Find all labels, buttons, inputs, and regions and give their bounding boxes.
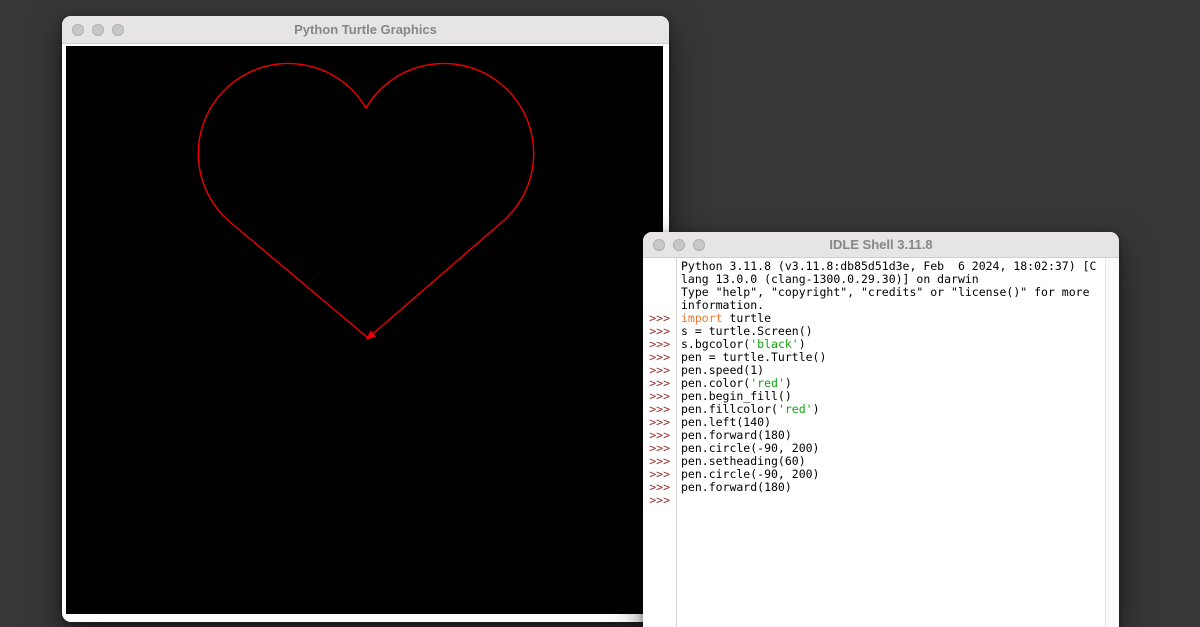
shell-line-text: pen.forward(180) bbox=[676, 481, 1104, 494]
idle-titlebar[interactable]: IDLE Shell 3.11.8 bbox=[643, 232, 1119, 258]
shell-line: >>>pen.forward(180) bbox=[643, 481, 1104, 494]
shell-line: Type "help", "copyright", "credits" or "… bbox=[643, 286, 1104, 299]
shell-line: >>>pen.forward(180) bbox=[643, 429, 1104, 442]
shell-line-text: lang 13.0.0 (clang-1300.0.29.30)] on dar… bbox=[676, 273, 1104, 286]
close-button[interactable] bbox=[653, 239, 665, 251]
shell-line-text bbox=[676, 494, 1104, 507]
shell-line-text: pen.circle(-90, 200) bbox=[676, 468, 1104, 481]
shell-line: information. bbox=[643, 299, 1104, 312]
desktop: Python Turtle Graphics IDLE Shell 3.11.8… bbox=[0, 0, 1200, 627]
prompt: >>> bbox=[643, 494, 676, 507]
shell-line-text: pen = turtle.Turtle() bbox=[676, 351, 1104, 364]
turtle-canvas[interactable] bbox=[66, 46, 663, 614]
shell-line-text: pen.color('red') bbox=[676, 377, 1104, 390]
shell-line-text: pen.circle(-90, 200) bbox=[676, 442, 1104, 455]
shell-line: >>>pen.circle(-90, 200) bbox=[643, 442, 1104, 455]
shell-line-text: pen.setheading(60) bbox=[676, 455, 1104, 468]
shell-line-text: pen.speed(1) bbox=[676, 364, 1104, 377]
prompt bbox=[643, 260, 676, 273]
prompt bbox=[643, 273, 676, 286]
zoom-button[interactable] bbox=[112, 24, 124, 36]
shell-line-text: pen.left(140) bbox=[676, 416, 1104, 429]
shell-line-text: s = turtle.Screen() bbox=[676, 325, 1104, 338]
traffic-lights bbox=[62, 24, 124, 36]
shell-line: lang 13.0.0 (clang-1300.0.29.30)] on dar… bbox=[643, 273, 1104, 286]
shell-line: >>>pen.color('red') bbox=[643, 377, 1104, 390]
shell-line: >>>pen.circle(-90, 200) bbox=[643, 468, 1104, 481]
shell-line: >>>pen.setheading(60) bbox=[643, 455, 1104, 468]
shell-line: >>>import turtle bbox=[643, 312, 1104, 325]
close-button[interactable] bbox=[72, 24, 84, 36]
shell-line-text: pen.begin_fill() bbox=[676, 390, 1104, 403]
shell-line-text: import turtle bbox=[676, 312, 1104, 325]
shell-line: >>> bbox=[643, 494, 1104, 507]
shell-lines: Python 3.11.8 (v3.11.8:db85d51d3e, Feb 6… bbox=[643, 260, 1104, 507]
turtle-titlebar[interactable]: Python Turtle Graphics bbox=[62, 16, 669, 44]
minimize-button[interactable] bbox=[92, 24, 104, 36]
shell-line: >>>pen.begin_fill() bbox=[643, 390, 1104, 403]
shell-line-text: pen.fillcolor('red') bbox=[676, 403, 1104, 416]
window-title: IDLE Shell 3.11.8 bbox=[643, 237, 1119, 252]
shell-line: >>>pen.speed(1) bbox=[643, 364, 1104, 377]
shell-line-text: Type "help", "copyright", "credits" or "… bbox=[676, 286, 1104, 299]
zoom-button[interactable] bbox=[693, 239, 705, 251]
shell-line: >>>pen = turtle.Turtle() bbox=[643, 351, 1104, 364]
shell-line: >>>s = turtle.Screen() bbox=[643, 325, 1104, 338]
vertical-scrollbar[interactable] bbox=[1105, 258, 1119, 627]
heart-outline bbox=[198, 63, 533, 338]
shell-line: >>>pen.left(140) bbox=[643, 416, 1104, 429]
window-title: Python Turtle Graphics bbox=[62, 22, 669, 37]
shell-output[interactable]: Python 3.11.8 (v3.11.8:db85d51d3e, Feb 6… bbox=[643, 258, 1119, 627]
shell-line-text: Python 3.11.8 (v3.11.8:db85d51d3e, Feb 6… bbox=[676, 260, 1104, 273]
idle-shell-window: IDLE Shell 3.11.8 Python 3.11.8 (v3.11.8… bbox=[643, 232, 1119, 627]
shell-line: >>>s.bgcolor('black') bbox=[643, 338, 1104, 351]
shell-line-text: information. bbox=[676, 299, 1104, 312]
shell-line: Python 3.11.8 (v3.11.8:db85d51d3e, Feb 6… bbox=[643, 260, 1104, 273]
shell-line-text: pen.forward(180) bbox=[676, 429, 1104, 442]
shell-line: >>>pen.fillcolor('red') bbox=[643, 403, 1104, 416]
shell-line-text: s.bgcolor('black') bbox=[676, 338, 1104, 351]
minimize-button[interactable] bbox=[673, 239, 685, 251]
traffic-lights bbox=[643, 239, 705, 251]
heart-drawing bbox=[66, 46, 663, 614]
prompt bbox=[643, 286, 676, 299]
turtle-graphics-window: Python Turtle Graphics bbox=[62, 16, 669, 622]
